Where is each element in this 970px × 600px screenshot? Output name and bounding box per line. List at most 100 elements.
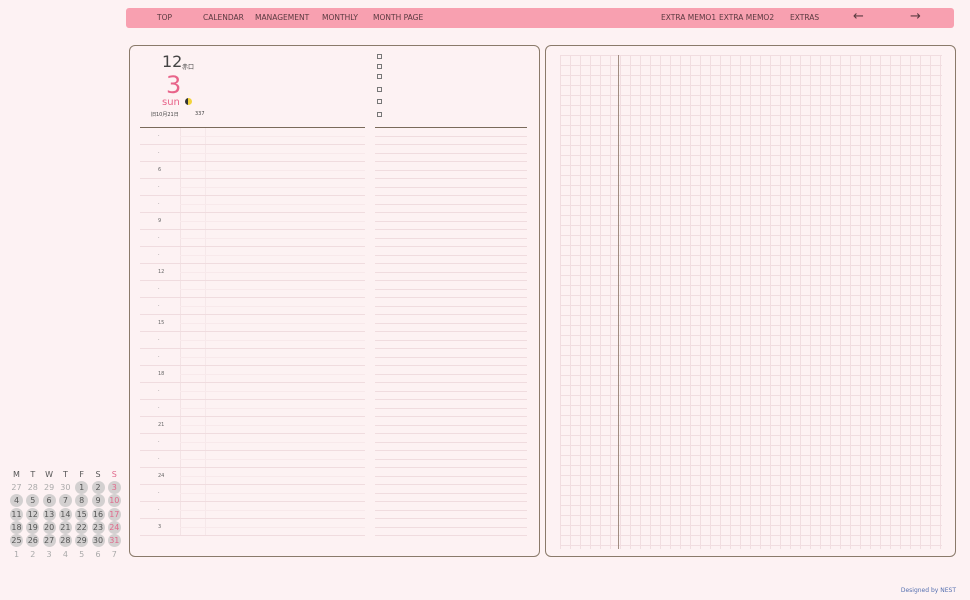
timeline-row[interactable]: · (140, 485, 365, 502)
calendar-day[interactable]: 27 (10, 481, 23, 494)
memo-line[interactable] (375, 366, 527, 375)
memo-line[interactable] (375, 434, 527, 443)
nav-management[interactable]: MANAGEMENT (255, 13, 309, 22)
memo-line[interactable] (375, 409, 527, 417)
timeline-row[interactable]: · (140, 128, 365, 145)
timeline-row[interactable]: · (140, 298, 365, 315)
memo-line[interactable] (375, 273, 527, 281)
memo-line[interactable] (375, 213, 527, 222)
timeline-row[interactable]: 3 (140, 519, 365, 536)
memo-line[interactable] (375, 298, 527, 307)
memo-line[interactable] (375, 494, 527, 502)
calendar-day[interactable]: 20 (42, 520, 56, 534)
calendar-day[interactable]: 13 (42, 507, 56, 521)
calendar-day[interactable]: 5 (75, 548, 88, 561)
memo-line[interactable] (375, 205, 527, 213)
memo-line[interactable] (375, 451, 527, 460)
calendar-day[interactable]: 12 (26, 507, 40, 521)
calendar-day[interactable]: 16 (91, 507, 105, 521)
calendar-day[interactable]: 4 (10, 494, 23, 508)
calendar-day[interactable]: 2 (26, 548, 39, 561)
timeline-row[interactable]: · (140, 196, 365, 213)
timeline-row[interactable]: · (140, 145, 365, 162)
timeline-row[interactable]: 15 (140, 315, 365, 332)
timeline-row[interactable]: · (140, 247, 365, 264)
calendar-day[interactable]: 29 (75, 534, 89, 548)
memo-line[interactable] (375, 230, 527, 239)
calendar-day[interactable]: 28 (58, 534, 72, 548)
memo-line[interactable] (375, 222, 527, 230)
memo-line[interactable] (375, 162, 527, 171)
memo-line[interactable] (375, 426, 527, 434)
memo-line[interactable] (375, 400, 527, 409)
memo-line[interactable] (375, 332, 527, 341)
nav-monthly[interactable]: MONTHLY (322, 13, 358, 22)
next-arrow-icon[interactable]: → (910, 9, 921, 24)
calendar-day[interactable]: 10 (107, 494, 121, 508)
timeline-row[interactable]: 6 (140, 162, 365, 179)
memo-line[interactable] (375, 128, 527, 137)
calendar-day[interactable]: 25 (10, 534, 23, 548)
memo-line[interactable] (375, 511, 527, 519)
calendar-day[interactable]: 4 (59, 548, 72, 561)
memo-line[interactable] (375, 179, 527, 188)
memo-line[interactable] (375, 502, 527, 511)
memo-line[interactable] (375, 519, 527, 528)
memo-line[interactable] (375, 443, 527, 451)
timeline-row[interactable]: · (140, 349, 365, 366)
nav-extras[interactable]: EXTRAS (790, 13, 819, 22)
calendar-day[interactable]: 24 (107, 520, 121, 534)
memo-line[interactable] (375, 468, 527, 477)
memo-line[interactable] (375, 315, 527, 324)
nav-calendar[interactable]: CALENDAR (203, 13, 244, 22)
nav-extra-memo1[interactable]: EXTRA MEMO1 (661, 13, 716, 22)
calendar-day[interactable]: 5 (26, 494, 40, 508)
timeline-row[interactable]: 18 (140, 366, 365, 383)
memo-line[interactable] (375, 247, 527, 256)
memo-line[interactable] (375, 188, 527, 196)
memo-line[interactable] (375, 375, 527, 383)
calendar-day[interactable]: 7 (108, 548, 121, 561)
timeline-row[interactable]: 12 (140, 264, 365, 281)
calendar-day[interactable]: 15 (75, 507, 89, 521)
calendar-day[interactable]: 21 (58, 520, 72, 534)
calendar-day[interactable]: 30 (59, 481, 72, 494)
memo-line[interactable] (375, 417, 527, 426)
timeline-row[interactable]: · (140, 502, 365, 519)
prev-arrow-icon[interactable]: ← (853, 9, 864, 24)
memo-line[interactable] (375, 341, 527, 349)
calendar-day[interactable]: 23 (91, 520, 105, 534)
calendar-day[interactable]: 26 (26, 534, 40, 548)
checkbox[interactable] (377, 54, 382, 59)
calendar-day[interactable]: 29 (43, 481, 56, 494)
memo-line[interactable] (375, 358, 527, 366)
checkbox[interactable] (377, 112, 382, 117)
calendar-day[interactable]: 30 (91, 534, 105, 548)
checkbox[interactable] (377, 99, 382, 104)
memo-line[interactable] (375, 485, 527, 494)
memo-line[interactable] (375, 324, 527, 332)
memo-line[interactable] (375, 460, 527, 468)
calendar-day[interactable]: 3 (43, 548, 56, 561)
memo-line[interactable] (375, 281, 527, 290)
checkbox[interactable] (377, 74, 382, 79)
memo-line[interactable] (375, 137, 527, 145)
nav-month-page[interactable]: MONTH PAGE (373, 13, 423, 22)
nav-top[interactable]: TOP (157, 13, 172, 22)
nav-extra-memo2[interactable]: EXTRA MEMO2 (719, 13, 774, 22)
calendar-day[interactable]: 2 (91, 481, 105, 494)
timeline-row[interactable]: · (140, 179, 365, 196)
checkbox[interactable] (377, 87, 382, 92)
calendar-day[interactable]: 27 (42, 534, 56, 548)
calendar-day[interactable]: 6 (92, 548, 105, 561)
calendar-day[interactable]: 1 (75, 481, 89, 494)
memo-line[interactable] (375, 239, 527, 247)
memo-line[interactable] (375, 290, 527, 298)
calendar-day[interactable]: 14 (58, 507, 72, 521)
calendar-day[interactable]: 11 (10, 507, 23, 521)
timeline-row[interactable]: · (140, 400, 365, 417)
memo-line[interactable] (375, 145, 527, 154)
memo-line[interactable] (375, 264, 527, 273)
timeline-row[interactable]: · (140, 451, 365, 468)
timeline-row[interactable]: · (140, 281, 365, 298)
